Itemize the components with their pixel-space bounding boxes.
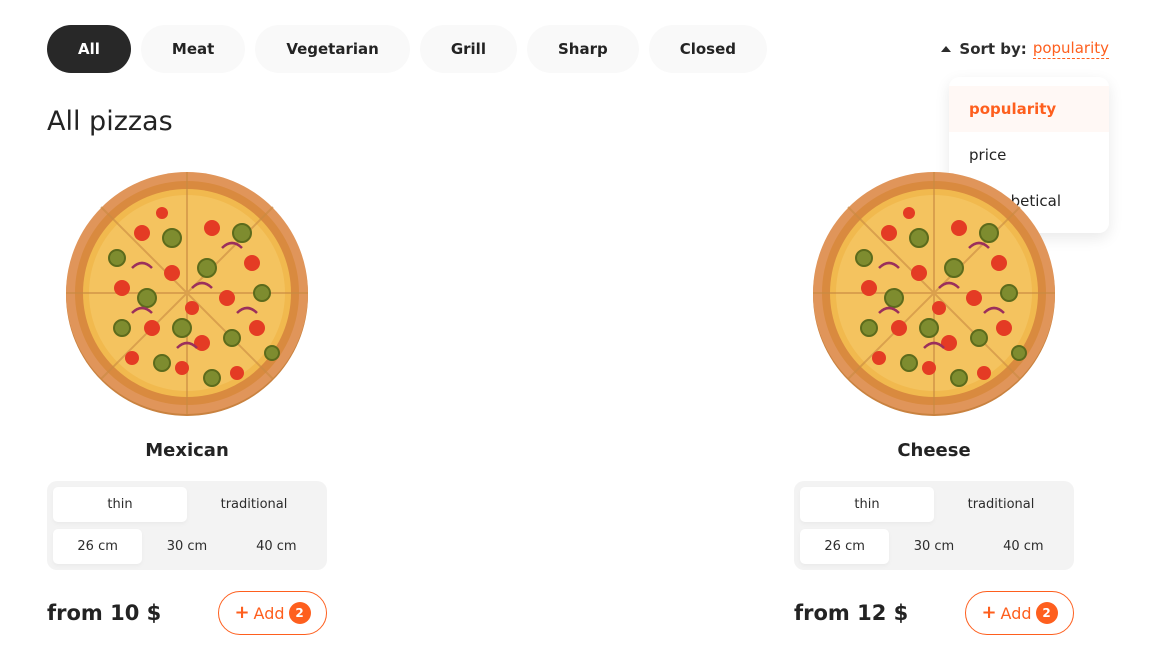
dough-type-option[interactable]: thin (800, 487, 934, 522)
pizza-price: from 10 $ (47, 601, 162, 625)
pizza-selector: thin traditional 26 cm 30 cm 40 cm (47, 481, 327, 570)
sort-label: Sort by: (959, 39, 1027, 58)
pizza-card-footer: from 12 $ + Add 2 (794, 591, 1074, 635)
size-option[interactable]: 40 cm (979, 529, 1068, 564)
category-grill[interactable]: Grill (419, 25, 517, 73)
cart-count-badge: 2 (1035, 602, 1058, 624)
dough-type-row: thin traditional (53, 487, 321, 522)
category-sharp[interactable]: Sharp (526, 25, 639, 73)
dough-type-option[interactable]: traditional (187, 487, 321, 522)
plus-icon: + (234, 602, 250, 623)
sort-option-popularity[interactable]: popularity (949, 86, 1109, 132)
size-option[interactable]: 30 cm (142, 529, 231, 564)
category-all[interactable]: All (47, 25, 131, 73)
dough-type-option[interactable]: traditional (934, 487, 1068, 522)
size-row: 26 cm 30 cm 40 cm (800, 529, 1068, 564)
category-closed[interactable]: Closed (648, 25, 768, 73)
cart-count-badge: 2 (288, 602, 311, 624)
pizza-card: Mexican thin traditional 26 cm 30 cm 40 … (47, 168, 327, 635)
pizza-image (64, 170, 310, 418)
pizza-name: Cheese (897, 440, 971, 461)
size-option[interactable]: 26 cm (53, 529, 143, 564)
size-row: 26 cm 30 cm 40 cm (53, 529, 321, 564)
category-list: All Meat Vegetarian Grill Sharp Closed (47, 25, 768, 73)
sort-value[interactable]: popularity (1032, 38, 1109, 59)
plus-icon: + (981, 602, 997, 623)
pizza-selector: thin traditional 26 cm 30 cm 40 cm (794, 481, 1074, 570)
pizza-card-footer: from 10 $ + Add 2 (47, 591, 327, 635)
size-option[interactable]: 26 cm (800, 529, 890, 564)
add-label: Add (1000, 603, 1032, 623)
size-option[interactable]: 30 cm (889, 529, 978, 564)
add-button[interactable]: + Add 2 (965, 591, 1074, 635)
caret-up-icon[interactable] (941, 45, 952, 52)
add-button[interactable]: + Add 2 (218, 591, 327, 635)
add-label: Add (253, 603, 285, 623)
pizza-card: Cheese thin traditional 26 cm 30 cm 40 c… (794, 168, 1074, 635)
sort-control: Sort by: popularity (941, 38, 1109, 59)
pizza-name: Mexican (145, 440, 229, 461)
pizza-price: from 12 $ (794, 601, 909, 625)
dough-type-option[interactable]: thin (53, 487, 187, 522)
dough-type-row: thin traditional (800, 487, 1068, 522)
category-vegetarian[interactable]: Vegetarian (255, 25, 410, 73)
size-option[interactable]: 40 cm (232, 529, 321, 564)
category-meat[interactable]: Meat (140, 25, 246, 73)
pizza-image (811, 170, 1057, 418)
page-title: All pizzas (47, 106, 173, 137)
